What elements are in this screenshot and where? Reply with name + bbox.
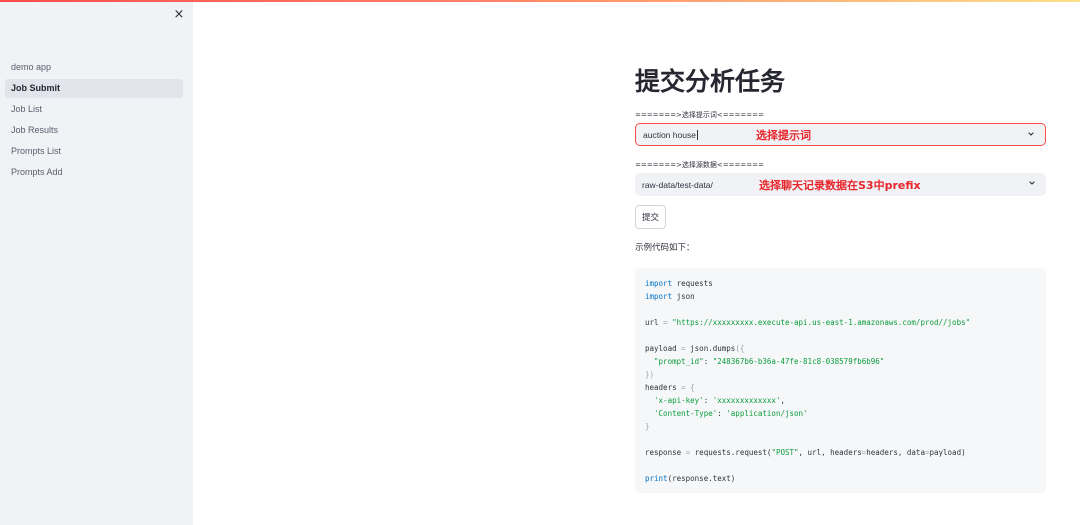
prompt-select-label: =======>选择提示词<=======: [635, 111, 764, 119]
code-token: payload: [645, 344, 682, 353]
submit-button[interactable]: 提交: [635, 205, 667, 229]
source-annotation: 选择聊天记录数据在S3中prefix: [759, 178, 921, 192]
code-token: 'Content-Type': [645, 409, 718, 418]
sidebar-item-prompts-add[interactable]: Prompts Add: [5, 163, 183, 182]
code-token: "248367b6-b36a-47fe-81c8-038579fb6b96": [712, 357, 885, 366]
code-token: 'xxxxxxxxxxxxx': [712, 396, 781, 405]
code-token: payload): [929, 448, 966, 457]
close-icon: ×: [173, 7, 185, 22]
page-title: 提交分析任务: [635, 67, 786, 96]
code-token: json.dumps: [685, 344, 736, 353]
top-decoration-bar: [0, 0, 1080, 2]
code-token: headers: [645, 383, 682, 392]
code-token: :: [703, 396, 713, 405]
source-select[interactable]: raw-data/test-data/ 选择聊天记录数据在S3中prefix: [635, 173, 1046, 196]
code-token: response: [645, 448, 686, 457]
chevron-down-icon: [1029, 181, 1035, 185]
code-token: ,: [780, 396, 785, 405]
code-token: print: [645, 474, 668, 483]
sidebar-item-prompts-list[interactable]: Prompts List: [5, 142, 183, 161]
chevron-down-icon: [1028, 132, 1034, 136]
code-token: "https://xxxxxxxxx.execute-api.us-east-1…: [667, 318, 971, 327]
code-token: (response.text): [667, 474, 736, 483]
code-token: "prompt_id": [645, 357, 704, 366]
code-token: import: [645, 292, 673, 301]
code-token: }: [645, 422, 650, 431]
code-token: json: [672, 292, 695, 301]
prompt-select-value: auction house: [643, 129, 696, 140]
example-code-label: 示例代码如下：: [635, 243, 695, 253]
source-select-value: raw-data/test-data/: [642, 179, 713, 190]
code-token: }): [645, 370, 655, 379]
code-token: {: [685, 383, 695, 392]
sidebar-item-job-list[interactable]: Job List: [5, 100, 183, 119]
sidebar-item-job-submit[interactable]: Job Submit: [5, 79, 183, 98]
sidebar-item-job-results[interactable]: Job Results: [5, 121, 183, 140]
close-sidebar-button[interactable]: ×: [172, 8, 186, 22]
text-cursor: [696, 129, 698, 140]
source-select-label: =======>选择源数据<=======: [635, 161, 764, 169]
prompt-annotation: 选择提示词: [756, 128, 811, 142]
code-token: requests.request(: [690, 448, 772, 457]
code-block: import requests import json url = "https…: [635, 268, 1046, 493]
code-token: :: [703, 357, 713, 366]
main-content: 提交分析任务 =======>选择提示词<======= auction hou…: [635, 62, 1046, 493]
code-token: "POST": [771, 448, 799, 457]
code-token: url: [645, 318, 664, 327]
sidebar-nav: demo app Job Submit Job List Job Results…: [5, 58, 183, 184]
code-token: headers, data: [866, 448, 925, 457]
code-token: import: [645, 279, 673, 288]
sidebar-item-demo-app[interactable]: demo app: [5, 58, 183, 77]
code-token: :: [717, 409, 727, 418]
code-token: 'application/json': [726, 409, 808, 418]
sidebar: × demo app Job Submit Job List Job Resul…: [0, 0, 193, 525]
code-token: 'x-api-key': [645, 396, 704, 405]
code-token: requests: [672, 279, 713, 288]
code-token: ({: [735, 344, 745, 353]
code-token: , url, headers: [798, 448, 862, 457]
prompt-select[interactable]: auction house 选择提示词: [635, 123, 1046, 146]
